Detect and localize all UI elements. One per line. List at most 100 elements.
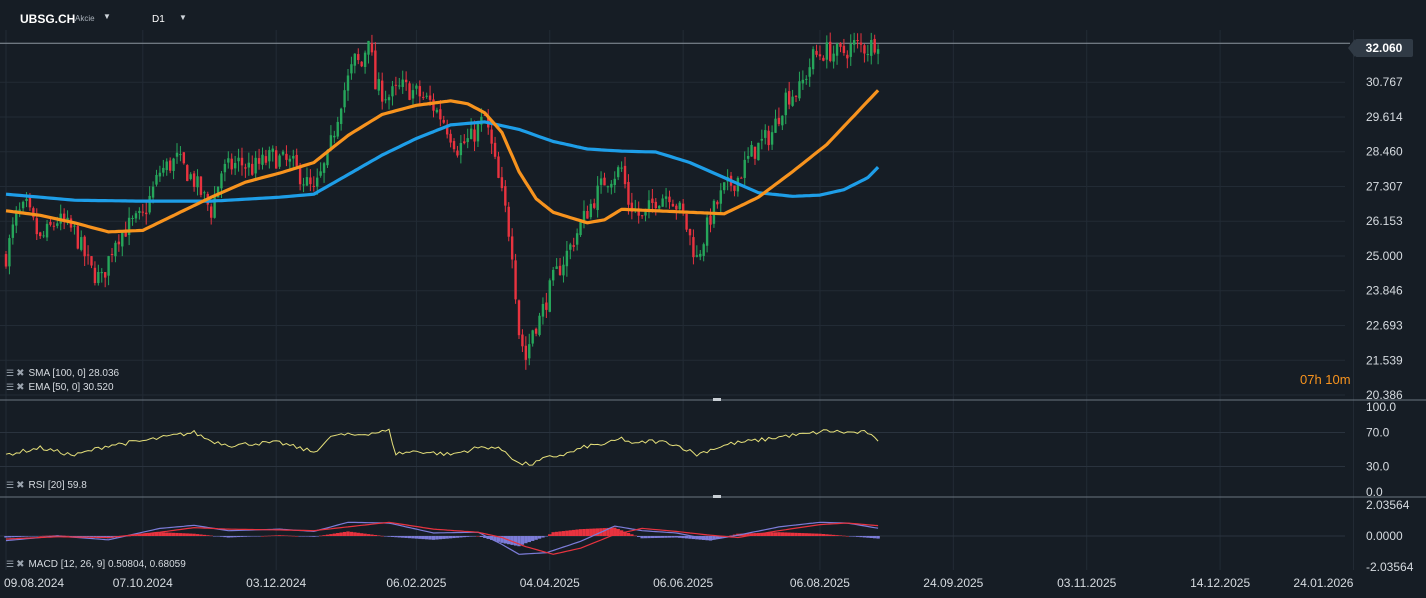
- candle-body: [227, 158, 230, 163]
- macd-histogram-bar: [660, 536, 665, 538]
- macd-histogram-bar: [466, 536, 470, 537]
- candle-body: [743, 159, 746, 178]
- candle-body: [603, 177, 606, 186]
- chart-canvas[interactable]: 30.767 29.614 28.460 27.307 26.153 25.000 23.8…: [0, 0, 1426, 598]
- candle-body: [808, 67, 811, 77]
- candle-body: [784, 92, 787, 116]
- price-tick-label: 22.693: [1366, 318, 1403, 332]
- candle-body: [336, 121, 339, 137]
- macd-histogram-bar: [520, 536, 525, 545]
- settings-icon[interactable]: ☰: [6, 368, 14, 378]
- candle-body: [42, 235, 45, 237]
- settings-icon[interactable]: ☰: [6, 480, 14, 490]
- price-tick-label: 27.307: [1366, 179, 1403, 193]
- price-tick-label: 28.460: [1366, 145, 1403, 159]
- macd-histogram-bar: [212, 536, 217, 537]
- price-tick-label: 21.539: [1366, 353, 1403, 367]
- macd-histogram-bar: [428, 536, 432, 540]
- candle-body: [100, 272, 103, 274]
- date-tick-label: 06.06.2025: [653, 576, 713, 590]
- candle-body: [863, 45, 866, 54]
- macd-histogram-bar: [359, 533, 364, 536]
- macd-histogram-bar: [568, 530, 572, 536]
- close-icon[interactable]: ✖: [16, 382, 24, 393]
- macd-histogram-bar: [643, 536, 648, 539]
- macd-histogram-bar: [17, 536, 22, 537]
- candle-body: [45, 223, 49, 238]
- candle-body: [829, 41, 832, 61]
- symbol-label[interactable]: UBSG.CH: [20, 12, 75, 26]
- candle-body: [261, 154, 264, 165]
- candle-body: [466, 138, 469, 143]
- symbol-dropdown-icon[interactable]: ▼: [103, 12, 111, 21]
- close-icon[interactable]: ✖: [16, 480, 24, 491]
- current-price-tag: 32.060: [1348, 39, 1413, 57]
- macd-histogram-bar: [329, 534, 333, 536]
- candle-body: [80, 237, 83, 250]
- macd-histogram-bar: [356, 532, 360, 536]
- macd-histogram-bar: [175, 532, 179, 536]
- macd-histogram-bar: [654, 536, 658, 538]
- macd-histogram-bar: [45, 535, 49, 537]
- macd-histogram-bar: [178, 533, 183, 536]
- candle-body: [500, 177, 504, 189]
- macd-histogram-bar: [346, 531, 350, 536]
- close-icon[interactable]: ✖: [16, 559, 24, 570]
- candle-body: [606, 186, 610, 188]
- macd-histogram-bar: [171, 532, 176, 536]
- candle-body: [192, 173, 196, 187]
- macd-histogram-bar: [14, 536, 18, 538]
- macd-histogram-bar: [250, 536, 254, 537]
- macd-histogram-bar: [811, 533, 815, 536]
- candle-body: [103, 272, 107, 278]
- macd-histogram-bar: [4, 536, 8, 538]
- candle-body: [384, 99, 387, 101]
- macd-histogram-bar: [674, 536, 679, 538]
- macd-histogram-bar: [818, 533, 822, 536]
- macd-histogram-bar: [41, 535, 46, 537]
- macd-histogram-bar: [787, 532, 791, 536]
- candle-body: [162, 167, 165, 173]
- timeframe-dropdown-icon[interactable]: ▼: [179, 13, 187, 22]
- macd-histogram-bar: [869, 536, 873, 539]
- macd-histogram-bar: [435, 536, 439, 540]
- candle-body: [295, 154, 298, 166]
- date-tick-label: 14.12.2025: [1190, 576, 1250, 590]
- candle-body: [552, 269, 555, 281]
- candle-body: [435, 109, 439, 113]
- macd-histogram-bar: [476, 536, 480, 537]
- macd-histogram-bar: [11, 536, 15, 538]
- candle-body: [760, 138, 764, 141]
- macd-histogram-bar: [804, 533, 808, 536]
- candle-body: [199, 176, 203, 195]
- macd-histogram-bar: [780, 532, 785, 536]
- settings-icon[interactable]: ☰: [6, 559, 14, 569]
- candle-body: [370, 42, 374, 53]
- candle-body: [839, 43, 842, 47]
- signal-line: [5, 521, 879, 555]
- symbol-type-label: Akcie: [75, 14, 95, 23]
- settings-icon[interactable]: ☰: [6, 382, 14, 392]
- macd-histogram-bar: [257, 536, 261, 537]
- candle-body: [186, 165, 189, 182]
- macd-histogram-bar: [554, 531, 559, 536]
- candle-body: [158, 172, 162, 177]
- macd-histogram-bar: [342, 531, 347, 536]
- date-tick-label: 24.01.2026: [1293, 576, 1353, 590]
- macd-histogram-bar: [544, 536, 549, 537]
- candle-body: [510, 236, 514, 260]
- macd-histogram-bar: [835, 535, 839, 536]
- close-icon[interactable]: ✖: [16, 368, 24, 379]
- candle-body: [107, 256, 110, 276]
- macd-histogram-bar: [161, 532, 166, 536]
- candle-body: [610, 183, 613, 188]
- macd-histogram-bar: [339, 532, 343, 536]
- macd-histogram-bar: [373, 534, 378, 536]
- macd-histogram-bar: [801, 533, 805, 536]
- ema-legend-text: EMA [50, 0] 30.520: [28, 382, 114, 393]
- timeframe-label[interactable]: D1: [152, 14, 165, 25]
- rsi-axis: 100.0 70.0 30.0 0.0: [1366, 400, 1396, 499]
- macd-histogram-bar: [411, 536, 415, 539]
- macd-tick-label: 2.03564: [1366, 498, 1410, 512]
- macd-histogram-bar: [349, 531, 354, 536]
